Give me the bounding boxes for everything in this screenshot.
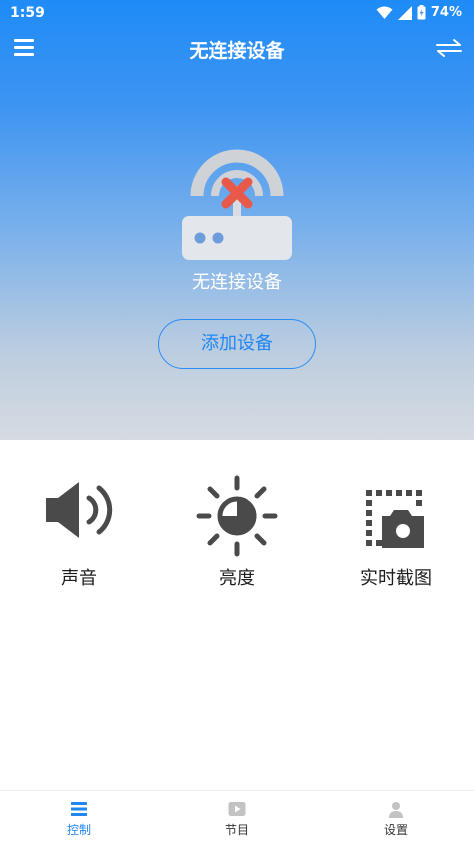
status-icons: 74%	[376, 5, 462, 20]
brightness-icon	[196, 475, 278, 557]
volume-icon	[46, 482, 113, 538]
app-bar: 无连接设备	[0, 28, 474, 68]
sound-label: 声音	[61, 568, 97, 589]
person-icon	[389, 802, 403, 818]
wifi-icon	[376, 6, 393, 19]
screenshot-icon	[366, 490, 424, 548]
nav-label-program: 节目	[224, 823, 249, 837]
nav-label-settings: 设置	[383, 823, 408, 837]
swap-icon[interactable]	[436, 37, 462, 59]
screenshot-label: 实时截图	[360, 568, 432, 589]
nav-tab-settings[interactable]: 设置	[336, 791, 456, 843]
signal-icon	[397, 5, 412, 20]
nav-tab-program[interactable]: 节目	[177, 791, 297, 843]
router-disconnected-icon	[182, 149, 292, 260]
sound-control[interactable]: 声音	[19, 478, 139, 590]
add-device-button[interactable]: 添加设备	[158, 319, 316, 369]
battery-percent: 74%	[430, 5, 462, 20]
list-icon	[71, 802, 87, 816]
brightness-label: 亮度	[219, 568, 255, 589]
bottom-nav: 控制 节目 设置	[0, 790, 474, 843]
nav-tab-control[interactable]: 控制	[19, 791, 139, 843]
status-time: 1:59	[10, 5, 45, 21]
play-icon	[228, 802, 246, 816]
screenshot-control[interactable]: 实时截图	[336, 478, 456, 590]
battery-icon	[417, 5, 426, 20]
page-title: 无连接设备	[189, 40, 285, 62]
status-bar: 1:59 74%	[0, 0, 474, 28]
brightness-control[interactable]: 亮度	[177, 475, 297, 590]
no-device-text: 无连接设备	[192, 272, 282, 293]
nav-label-control: 控制	[66, 823, 91, 837]
